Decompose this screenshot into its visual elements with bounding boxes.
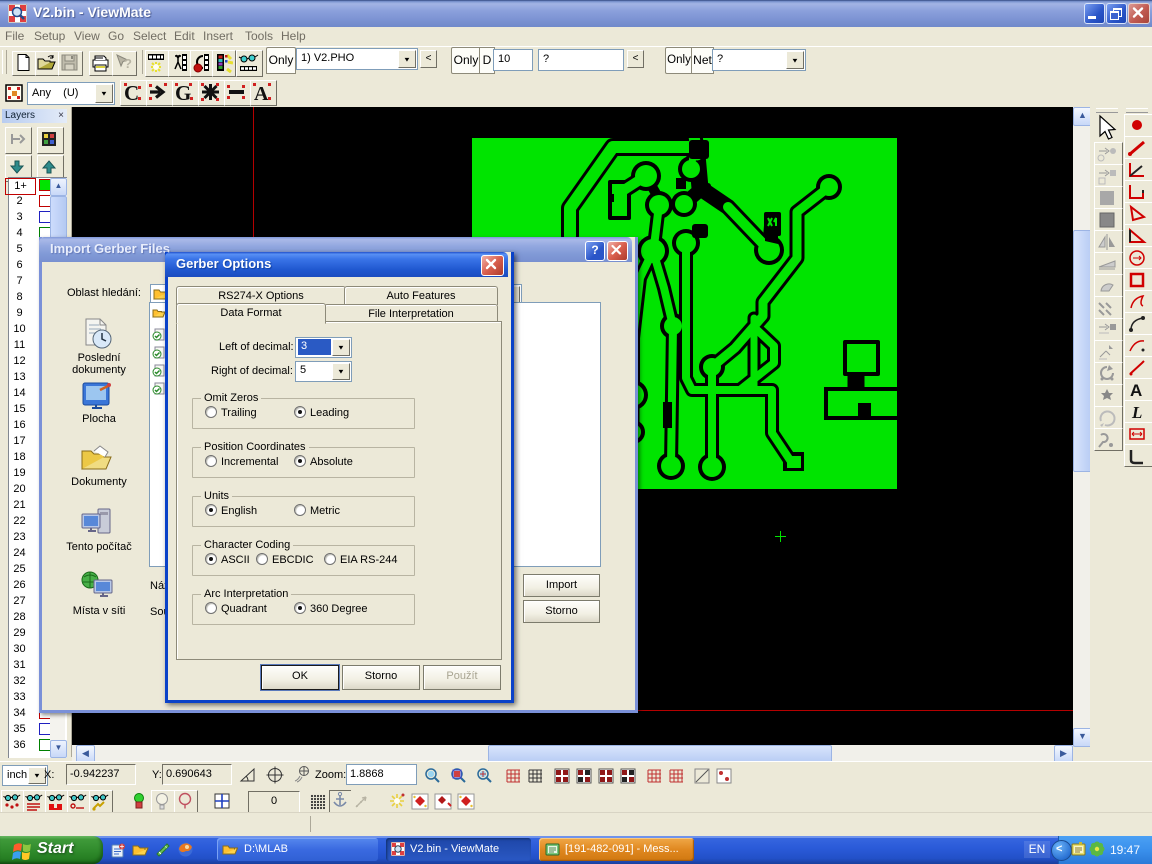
- svg-text:A: A: [1130, 381, 1142, 400]
- svg-text:A: A: [254, 83, 269, 103]
- svg-text:?: ?: [124, 56, 132, 71]
- svg-text:L: L: [1131, 403, 1142, 422]
